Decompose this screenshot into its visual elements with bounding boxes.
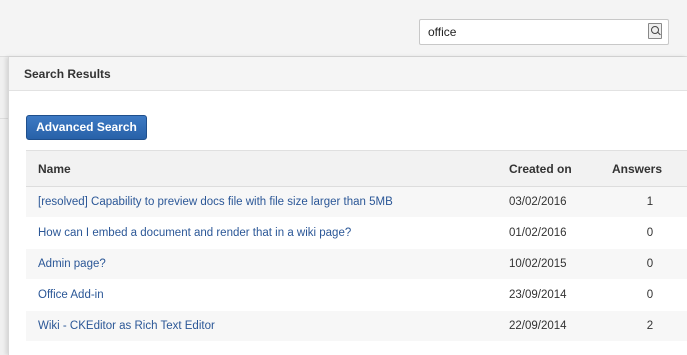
search-icon[interactable] (648, 23, 662, 39)
panel-header: Search Results (9, 57, 687, 91)
answer-count: 1 (612, 186, 687, 218)
result-link[interactable]: Admin page? (38, 258, 106, 270)
advanced-search-button[interactable]: Advanced Search (26, 115, 147, 140)
answer-count: 0 (612, 248, 687, 280)
answer-count: 2 (612, 310, 687, 342)
column-header-answers[interactable]: Answers (612, 150, 687, 187)
result-link[interactable]: Wiki - CKEditor as Rich Text Editor (38, 320, 215, 332)
column-header-created[interactable]: Created on (509, 150, 612, 187)
answer-count: 0 (612, 279, 687, 311)
results-table: Name Created on Answers [resolved] Capab… (26, 150, 687, 342)
answer-count: 0 (612, 217, 687, 249)
column-header-name[interactable]: Name (26, 150, 509, 187)
table-row: Office Add-in 23/09/2014 0 (26, 279, 687, 311)
created-date: 01/02/2016 (509, 217, 612, 249)
result-link[interactable]: [resolved] Capability to preview docs fi… (38, 196, 393, 208)
created-date: 22/09/2014 (509, 310, 612, 342)
panel-title: Search Results (24, 67, 111, 81)
search-results-panel: Search Results Advanced Search Name Crea… (8, 57, 687, 355)
table-row: Wiki - CKEditor as Rich Text Editor 22/0… (26, 310, 687, 342)
table-row: [resolved] Capability to preview docs fi… (26, 186, 687, 218)
search-box[interactable] (419, 19, 669, 45)
table-header-row: Name Created on Answers (26, 150, 687, 187)
left-strip (0, 57, 8, 355)
table-row: How can I embed a document and render th… (26, 217, 687, 249)
result-link[interactable]: How can I embed a document and render th… (38, 227, 351, 239)
table-row: Admin page? 10/02/2015 0 (26, 248, 687, 280)
result-link[interactable]: Office Add-in (38, 289, 104, 301)
created-date: 10/02/2015 (509, 248, 612, 280)
divider (0, 118, 8, 119)
search-input[interactable] (420, 20, 640, 44)
top-bar (0, 0, 687, 57)
created-date: 03/02/2016 (509, 186, 612, 218)
created-date: 23/09/2014 (509, 279, 612, 311)
